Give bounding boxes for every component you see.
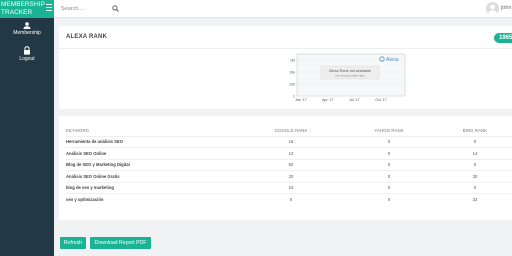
chart-x-tick-label: Jan '17 [295,98,306,102]
username[interactable]: john [501,5,511,11]
table-row: seo y optimización 0 0 33 [66,193,512,205]
sidebar-item-logout[interactable]: Logout [0,46,54,62]
column-header-yahoo-rank[interactable]: YAHOO RANK [340,126,438,136]
chart-x-tick-label: Oct '17 [375,98,386,102]
keyword-cell: seo y optimización [66,193,242,205]
menu-toggle-icon[interactable] [46,4,52,13]
chart-message: Alexa Rank not available [329,69,371,73]
chart-y-tick-label: 100 [289,82,295,86]
bing-rank-cell: 30 [438,170,512,182]
chart-y-tick-label: 10k [289,70,295,74]
user-icon [23,22,31,29]
google-rank-cell: 13 [242,147,340,159]
table-row: blog de seo y marketing 23 0 0 [66,181,512,194]
column-header-google-rank[interactable]: GOOGLE RANK [242,126,340,136]
keyword-ranking-panel: KEYWORD GOOGLE RANK YAHOO RANK BING RANK… [59,116,512,220]
table-row: Análisis SEO Online 13 0 14 [66,147,512,159]
keyword-cell: Análisis SEO Online Gratis [66,170,242,182]
keyword-cell: Herramienta de análisis SEO [66,135,242,148]
yahoo-rank-cell: 0 [340,135,438,148]
brand-title: MEMBERSHIP TRACKER [1,1,45,16]
alexa-rank-chart: 1M10k1001 Jan '17 Apr '17 Jul '17 Oct '17 A… [289,53,406,102]
google-rank-cell: 20 [242,170,340,182]
yahoo-rank-cell: 0 [340,147,438,159]
chart-y-tick-label: 1M [290,58,295,62]
lock-icon [24,46,30,55]
search-icon[interactable] [112,5,119,12]
sidebar: MEMBERSHIP TRACKER Membership Logout [0,0,54,256]
table-header-row: KEYWORD GOOGLE RANK YAHOO RANK BING RANK [66,126,512,136]
bing-rank-cell: 0 [438,135,512,148]
yahoo-rank-cell: 0 [340,193,438,205]
avatar[interactable] [486,2,499,15]
yahoo-rank-cell: 0 [340,181,438,194]
google-rank-cell: 0 [242,193,340,205]
table-row: Herramienta de análisis SEO 16 0 0 [66,135,512,148]
google-rank-cell: 16 [242,135,340,148]
sidebar-item-label: Membership [13,30,41,36]
yahoo-rank-cell: 0 [340,158,438,171]
alexa-rank-panel: ALEXA RANK 19658 1M10k1001 Jan '17Apr '1… [59,26,512,109]
alexa-rank-badge: 19658 [494,33,512,43]
chart-submessage: Not enough traffic data [335,74,365,78]
table-row: Blog de SEO y Marketing Digital 60 0 0 [66,158,512,171]
sidebar-item-label: Logout [19,56,35,62]
divider [59,48,512,49]
bing-rank-cell: 14 [438,147,512,159]
topbar: john [54,0,512,18]
keyword-cell: Análisis SEO Online [66,147,242,159]
keyword-table: KEYWORD GOOGLE RANK YAHOO RANK BING RANK… [66,126,512,205]
chart-y-axis: 1M10k1001 [289,58,295,98]
chart-x-tick-label: Apr '17 [322,98,333,102]
column-header-bing-rank[interactable]: BING RANK [438,126,512,136]
refresh-button[interactable]: Refresh [60,237,86,249]
google-rank-cell: 60 [242,158,340,171]
avatar-placeholder-icon [488,4,497,15]
brand-header: MEMBERSHIP TRACKER [0,0,54,18]
yahoo-rank-cell: 0 [340,170,438,182]
brand-line-2: TRACKER [1,8,33,16]
panel-title: ALEXA RANK [66,34,108,40]
chart-x-tick-label: Jul '17 [349,98,359,102]
table-row: Análisis SEO Online Gratis 20 0 30 [66,170,512,182]
download-report-pdf-button[interactable]: Download Report PDF [90,237,151,249]
brand-line-1: MEMBERSHIP [1,1,45,8]
bing-rank-cell: 33 [438,193,512,205]
column-header-keyword[interactable]: KEYWORD [66,126,242,136]
bing-rank-cell: 0 [438,181,512,194]
keyword-cell: Blog de SEO y Marketing Digital [66,158,242,171]
chart-x-axis: Jan '17 Apr '17 Jul '17 Oct '17 [295,98,386,102]
sidebar-item-membership[interactable]: Membership [0,22,54,36]
google-rank-cell: 23 [242,181,340,194]
alexa-watermark-text: Alexa [386,57,399,63]
bing-rank-cell: 0 [438,158,512,171]
keyword-cell: blog de seo y marketing [66,181,242,194]
